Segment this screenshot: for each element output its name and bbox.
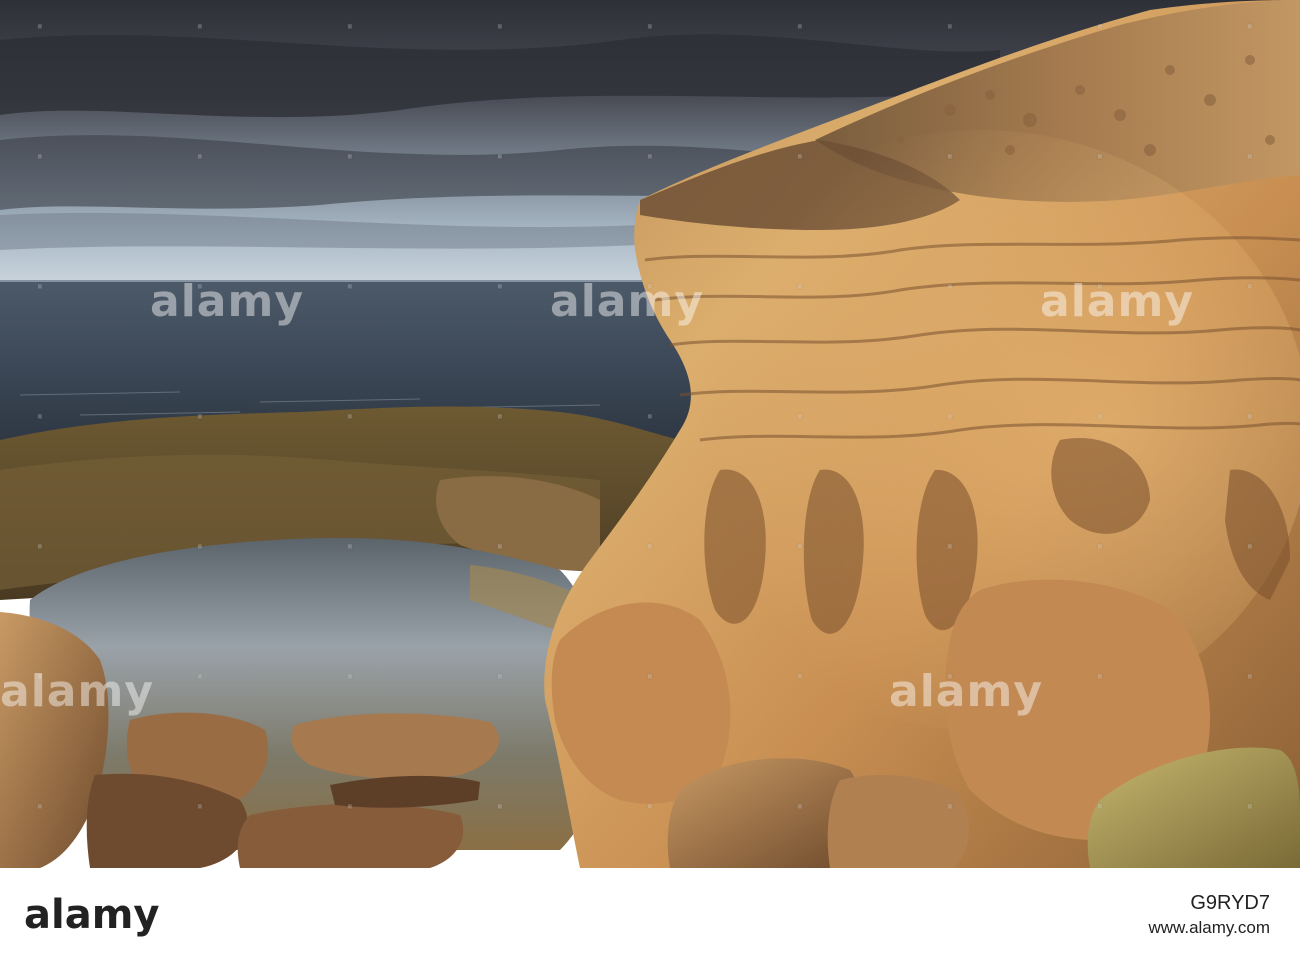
alamy-logo: alamy [24, 892, 160, 938]
coastal-rock-photo [0, 0, 1300, 868]
pool-stone-4 [237, 803, 464, 868]
footer-bar: alamy G9RYD7 www.alamy.com [0, 868, 1300, 957]
image-id: G9RYD7 [1190, 892, 1270, 914]
boulder-middle [827, 775, 970, 868]
site-url: www.alamy.com [1148, 918, 1270, 937]
image-stage: · · · · · · · · · · · · · · · · · · · · · · · · · · · · · · · · · · · · · · · ·… [0, 0, 1300, 957]
photo-illustration [0, 0, 1300, 868]
pool-stone-2 [291, 713, 499, 779]
